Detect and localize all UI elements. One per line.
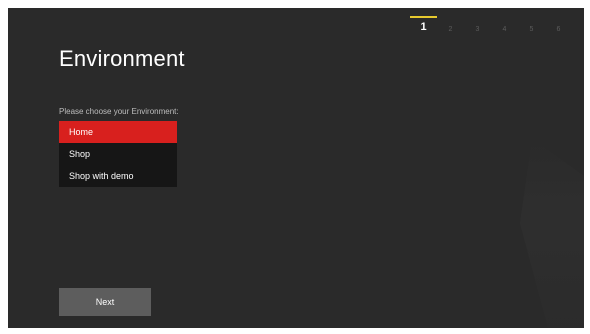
environment-option-home[interactable]: Home: [59, 121, 177, 143]
environment-list: Home Shop Shop with demo: [59, 121, 177, 187]
environment-prompt: Please choose your Environment:: [59, 107, 179, 116]
environment-option-shop-with-demo[interactable]: Shop with demo: [59, 165, 177, 187]
tv-screen: 1 2 3 4 5 6 Environment Please choose yo…: [8, 8, 584, 328]
step-1: 1: [410, 16, 437, 33]
next-button[interactable]: Next: [59, 288, 151, 316]
step-4: 4: [502, 26, 507, 33]
wizard-step-indicator: 1 2 3 4 5 6: [410, 16, 572, 33]
page-title: Environment: [59, 46, 185, 71]
step-5: 5: [529, 26, 534, 33]
environment-option-shop[interactable]: Shop: [59, 143, 177, 165]
step-6: 6: [556, 26, 561, 33]
step-3: 3: [475, 26, 480, 33]
step-2: 2: [448, 26, 453, 33]
background-decoration: [520, 138, 584, 328]
